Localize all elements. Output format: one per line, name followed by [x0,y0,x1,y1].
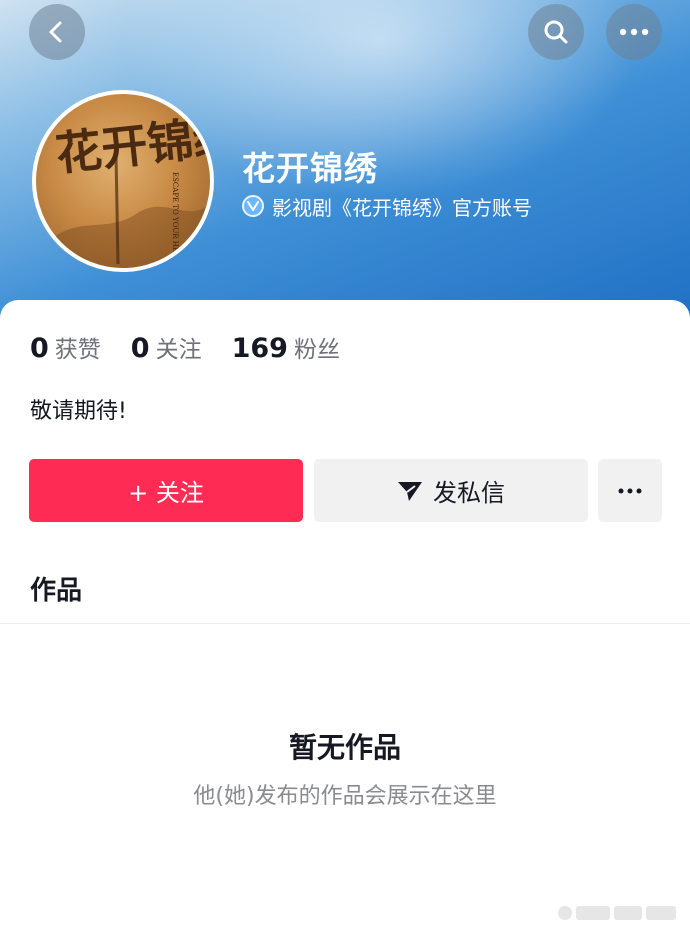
avatar-subtitle-art: ESCAPE TO YOUR HEART [171,172,179,267]
stat-label: 粉丝 [293,337,340,363]
chevron-left-icon [49,21,62,43]
search-icon [544,20,568,44]
avatar[interactable]: 花开锦绣 ESCAPE TO YOUR HEART [32,90,214,272]
avatar-artwork: 花开锦绣 ESCAPE TO YOUR HEART [36,108,210,268]
stat-label: 关注 [155,337,202,363]
stat-value: 0 [30,333,49,364]
stat-value: 0 [130,333,150,364]
stat-likes[interactable]: 0 获赞 [30,330,101,364]
empty-state-title: 暂无作品 [288,731,401,764]
ellipsis-icon [619,28,649,36]
profile-name: 花开锦绣 [242,149,378,188]
stat-following[interactable]: 0 关注 [131,330,202,364]
stat-value: 169 [231,333,288,364]
send-message-button[interactable]: 发私信 [314,459,588,522]
back-button[interactable] [29,4,85,60]
profile-bio: 敬请期待! [30,399,127,424]
follow-button[interactable]: + 关注 [29,459,303,522]
works-section-title: 作品 [30,576,83,606]
search-button[interactable] [528,4,584,60]
verification-row: 影视剧《花开锦绣》官方账号 [242,191,532,221]
more-actions-button[interactable] [598,459,662,522]
more-options-button[interactable] [606,4,662,60]
stat-label: 获赞 [54,337,101,363]
stat-followers[interactable]: 169 粉丝 [232,330,340,364]
paper-plane-icon [398,481,422,501]
ellipsis-icon [618,488,642,493]
empty-state-subtitle: 他(她)发布的作品会展示在这里 [193,784,497,809]
send-message-label: 发私信 [433,479,505,507]
watermark [558,903,680,923]
section-divider [0,623,690,624]
verified-badge-icon [242,195,264,217]
avatar-title-art: 花开锦绣 [53,108,210,181]
profile-stats: 0 获赞 0 关注 169 粉丝 [30,330,370,366]
verification-text: 影视剧《花开锦绣》官方账号 [272,195,532,220]
